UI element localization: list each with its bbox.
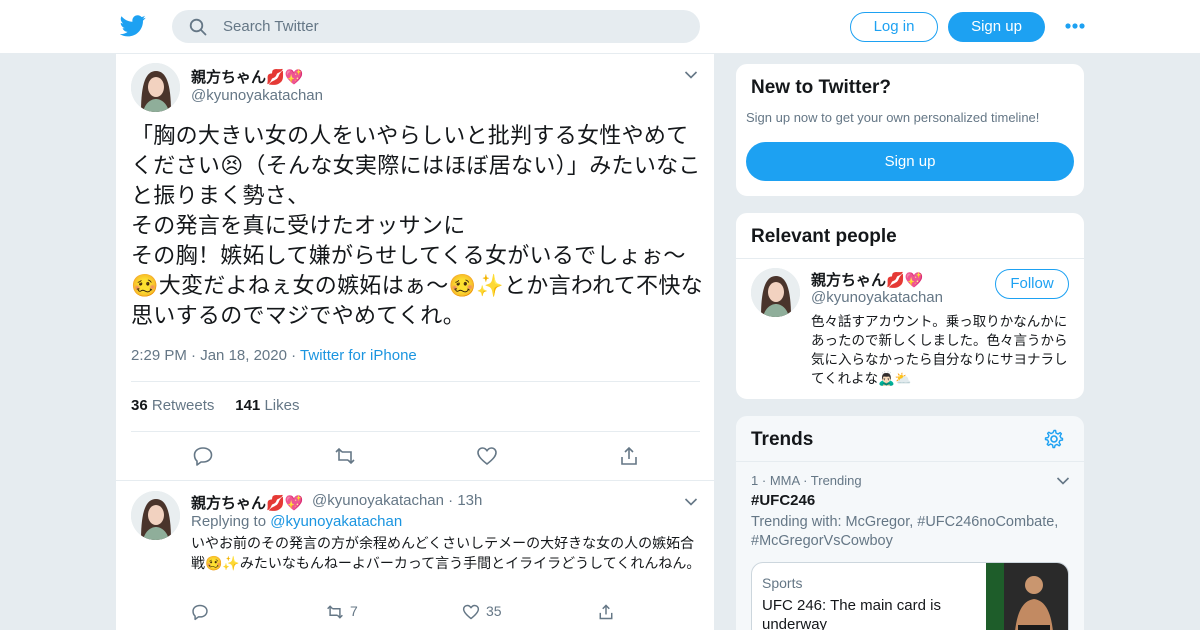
new-to-twitter-subtitle: Sign up now to get your own personalized… [746, 110, 1040, 125]
person-bio: 色々話すアカウント。乗っ取りかなんかにあったので新しくしました。色々言うから気に… [811, 314, 1068, 387]
reply-author-handle[interactable]: @kyunoyakatachan [312, 492, 444, 509]
signup-button[interactable]: Sign up [948, 12, 1045, 42]
tweet-column: 親方ちゃん💋💖 @kyunoyakatachan 「胸の大きい女の人をいやらしい… [115, 54, 715, 630]
news-card-thumbnail [986, 563, 1068, 630]
news-card-category: Sports [762, 575, 803, 591]
reply-icon[interactable] [192, 445, 214, 467]
reply-author-name[interactable]: 親方ちゃん💋💖 [191, 492, 303, 513]
new-to-twitter-card: New to Twitter? Sign up now to get your … [735, 63, 1085, 197]
tweet-time[interactable]: 2:29 PM [131, 347, 187, 364]
twitter-bird-icon[interactable] [120, 14, 146, 38]
avatar-image [131, 63, 180, 112]
login-button[interactable]: Log in [850, 12, 938, 42]
divider [736, 258, 1084, 259]
relevant-people-card: Relevant people 親方ちゃん💋💖 @kyunoyakatachan… [735, 212, 1085, 400]
reply-reply-action[interactable] [191, 603, 215, 621]
replying-to-prefix: Replying to [191, 513, 267, 530]
avatar-image [751, 268, 800, 317]
trends-card: Trends 1 · MMA · Trending #UFC246 Trendi… [735, 415, 1085, 630]
reply-text: いやお前のその発言の方が余程めんどくさいしテメーの大好きな女の人の嫉妬合戦🥴✨み… [191, 536, 701, 572]
divider [131, 381, 700, 382]
retweet-icon [327, 605, 343, 620]
search-bar[interactable]: Search Twitter [172, 10, 700, 43]
person-display-name[interactable]: 親方ちゃん💋💖 [811, 269, 923, 290]
divider [116, 480, 714, 481]
tweet-stats: 36 Retweets 141 Likes [131, 397, 299, 414]
likes-label: Likes [264, 397, 300, 414]
sidebar-signup-button[interactable]: Sign up [746, 142, 1074, 181]
likes-stat[interactable]: 141 Likes [235, 397, 299, 414]
retweets-stat[interactable]: 36 Retweets [131, 397, 214, 414]
author-display-name[interactable]: 親方ちゃん💋💖 [191, 66, 303, 87]
author-handle[interactable]: @kyunoyakatachan [191, 87, 323, 104]
reply-avatar[interactable] [131, 491, 180, 540]
retweet-icon[interactable] [334, 445, 356, 467]
avatar[interactable] [131, 63, 180, 112]
person-handle[interactable]: @kyunoyakatachan [811, 289, 943, 306]
reply-like-action[interactable]: 35 [462, 603, 502, 621]
divider [736, 461, 1084, 462]
reply-header-meta: @kyunoyakatachan · 13h [312, 492, 482, 509]
trend-category: MMA [769, 473, 800, 488]
more-dots-icon[interactable] [1064, 20, 1086, 32]
reply-icon [192, 605, 208, 621]
trend-context: 1 · MMA · Trending [751, 473, 862, 488]
replying-to-handle[interactable]: @kyunoyakatachan [270, 513, 402, 530]
relevant-people-title: Relevant people [751, 226, 897, 247]
gear-icon[interactable] [1044, 429, 1064, 449]
likes-count: 141 [235, 397, 261, 414]
trend-trending-with[interactable]: Trending with: McGregor, #UFC246noCombat… [751, 513, 1076, 551]
tweet-source-link[interactable]: Twitter for iPhone [300, 347, 417, 364]
trend-hashtag[interactable]: #UFC246 [751, 492, 815, 509]
news-card-title: UFC 246: The main card is underway [762, 597, 941, 630]
chevron-down-icon[interactable] [684, 70, 698, 80]
new-to-twitter-title: New to Twitter? [751, 77, 892, 98]
person-avatar[interactable] [751, 268, 800, 317]
meta-separator: · [803, 473, 811, 488]
meta-separator: · [291, 347, 301, 364]
share-icon[interactable] [618, 445, 640, 467]
retweets-count: 36 [131, 397, 148, 414]
replying-to: Replying to @kyunoyakatachan [191, 513, 402, 530]
tweet-meta: 2:29 PM · Jan 18, 2020 · Twitter for iPh… [131, 347, 417, 364]
trend-news-card[interactable]: Sports UFC 246: The main card is underwa… [751, 562, 1069, 630]
reply-like-count: 35 [486, 603, 502, 619]
meta-separator: · [448, 492, 458, 509]
like-icon[interactable] [476, 445, 498, 467]
chevron-down-icon[interactable] [1056, 476, 1070, 486]
reply-age[interactable]: 13h [457, 492, 482, 509]
search-icon [189, 18, 207, 36]
search-placeholder: Search Twitter [223, 18, 319, 35]
top-navigation-bar: Search Twitter Log in Sign up [0, 0, 1200, 54]
reply-retweet-count: 7 [350, 603, 358, 619]
reply-share-action[interactable] [597, 603, 621, 621]
tweet-text: 「胸の大きい女の人をいやらしいと批判する女性やめてください😣（そんな女実際にはほ… [131, 124, 703, 329]
meta-separator: · [191, 347, 201, 364]
chevron-down-icon[interactable] [684, 497, 698, 507]
divider [131, 431, 700, 432]
retweets-label: Retweets [151, 397, 215, 414]
share-icon [599, 604, 613, 620]
avatar-image [131, 491, 180, 540]
reply-retweet-action[interactable]: 7 [326, 603, 358, 621]
trend-status: Trending [810, 473, 862, 488]
follow-button[interactable]: Follow [995, 269, 1069, 299]
trend-rank: 1 [751, 473, 759, 488]
like-icon [462, 605, 480, 620]
trends-title: Trends [751, 429, 814, 450]
meta-separator: · [761, 473, 770, 488]
tweet-date[interactable]: Jan 18, 2020 [200, 347, 287, 364]
